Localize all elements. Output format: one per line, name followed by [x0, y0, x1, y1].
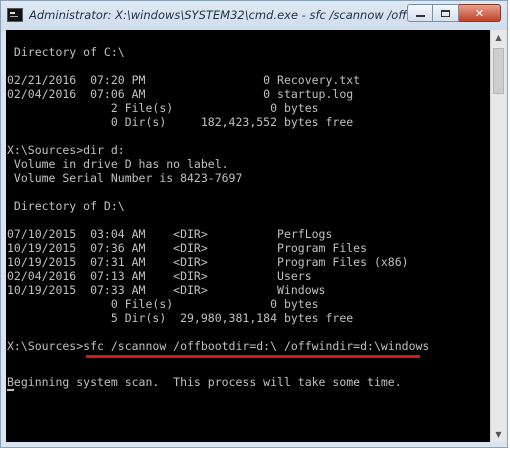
scroll-up-button[interactable]: ▲ [491, 30, 506, 45]
console-line: 10/19/2015 07:33 AM <DIR> Windows [7, 283, 326, 297]
close-button[interactable]: ✕ [459, 4, 501, 22]
console-line: 10/19/2015 07:31 AM <DIR> Program Files … [7, 255, 409, 269]
console-line: X:\Sources>dir d: [7, 143, 125, 157]
command-highlight-underline [86, 355, 420, 358]
console-line: 5 Dir(s) 29,980,381,184 bytes free [7, 311, 354, 325]
minimize-icon [415, 15, 425, 17]
console-line: Directory of C:\ [7, 45, 125, 59]
title-bar[interactable]: Administrator: X:\windows\SYSTEM32\cmd.e… [1, 1, 507, 31]
console-line: 0 File(s) 0 bytes [7, 297, 319, 311]
console-line: Volume in drive D has no label. [7, 157, 229, 171]
cmd-app-icon[interactable] [7, 8, 23, 22]
minimize-button[interactable] [407, 4, 433, 22]
console-line: 0 Dir(s) 182,423,552 bytes free [7, 115, 354, 129]
maximize-icon [441, 9, 450, 17]
arrow-down-icon: ▼ [495, 430, 502, 439]
console-line: 02/04/2016 07:06 AM 0 startup.log [7, 87, 354, 101]
maximize-button[interactable] [433, 4, 459, 22]
console-status-line: Beginning system scan. This process will… [7, 375, 402, 389]
console-line: 02/21/2016 07:20 PM 0 Recovery.txt [7, 73, 361, 87]
console-line: 02/04/2016 07:13 AM <DIR> Users [7, 269, 312, 283]
scroll-down-button[interactable]: ▼ [491, 427, 506, 442]
console-cursor [7, 389, 14, 391]
console-output[interactable]: Directory of C:\ 02/21/2016 07:20 PM 0 R… [6, 30, 490, 442]
console-command-line: X:\Sources>sfc /scannow /offbootdir=d:\ … [7, 339, 430, 353]
window-controls: ✕ [407, 4, 501, 24]
close-icon: ✕ [474, 6, 485, 20]
arrow-up-icon: ▲ [495, 33, 502, 42]
window-title: Administrator: X:\windows\SYSTEM32\cmd.e… [29, 8, 419, 22]
console-line: Directory of D:\ [7, 199, 125, 213]
vertical-scrollbar[interactable]: ▲ ▼ [490, 30, 506, 442]
scroll-thumb[interactable] [493, 48, 504, 94]
console-line: 2 File(s) 0 bytes [7, 101, 319, 115]
console-line: 07/10/2015 03:04 AM <DIR> PerfLogs [7, 227, 333, 241]
console-line: 10/19/2015 07:36 AM <DIR> Program Files [7, 241, 368, 255]
console-line: Volume Serial Number is 8423-7697 [7, 171, 243, 185]
